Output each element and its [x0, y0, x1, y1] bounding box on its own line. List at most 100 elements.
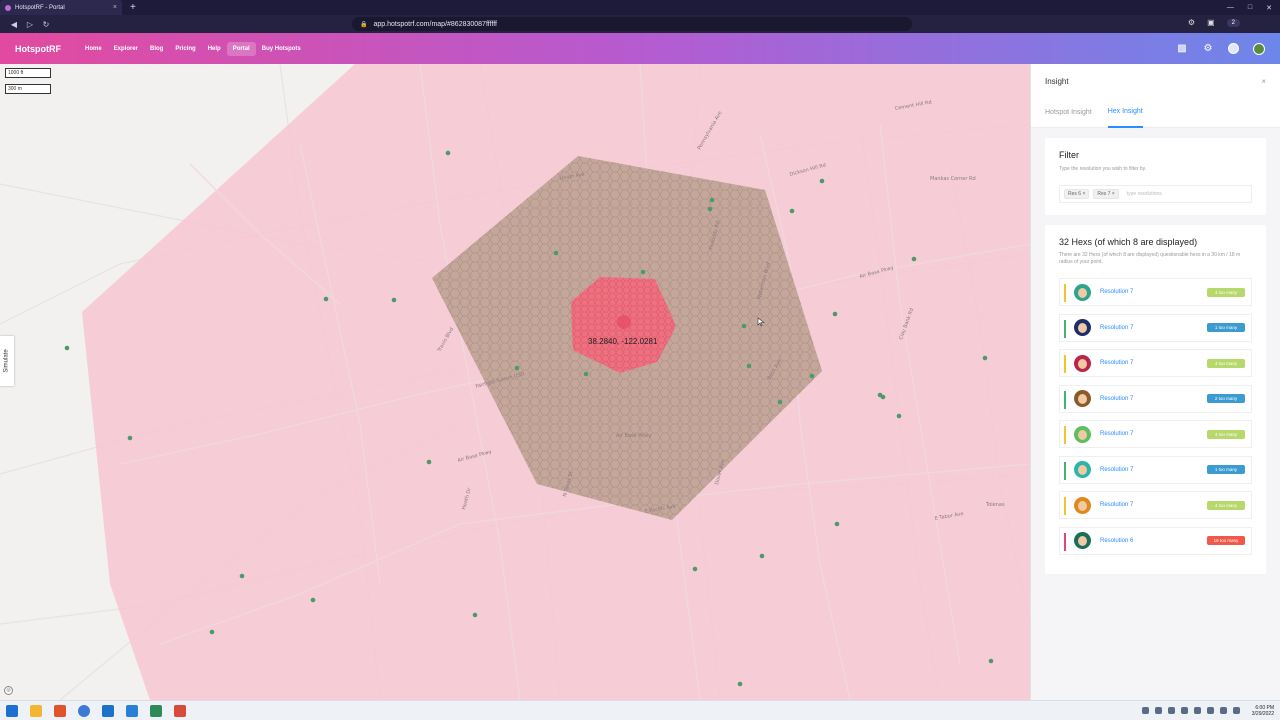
extension-icon[interactable]: ⚙	[1188, 18, 1195, 27]
hotspot-marker[interactable]	[617, 315, 631, 329]
reload-icon[interactable]: ↻	[38, 20, 54, 29]
chip-remove-icon[interactable]: ×	[1081, 191, 1085, 197]
filter-chip[interactable]: Res 6 ×	[1064, 189, 1090, 199]
minimize-icon[interactable]: —	[1227, 4, 1234, 12]
vscode-icon[interactable]	[126, 704, 138, 717]
tray-icon[interactable]	[1232, 707, 1240, 714]
puzzle-icon[interactable]: ▣	[1207, 18, 1215, 27]
app-icon[interactable]	[150, 704, 162, 717]
brave-icon[interactable]	[54, 704, 66, 717]
chart-icon[interactable]: ▩	[1176, 43, 1188, 55]
menu-item-buy-hotspots[interactable]: Buy Hotspots	[256, 42, 307, 56]
panel-close-icon[interactable]: ×	[1261, 77, 1266, 86]
hotspot-dot[interactable]	[988, 658, 994, 664]
hotspot-dot[interactable]	[832, 311, 838, 317]
hotspot-dot[interactable]	[514, 365, 520, 371]
hotspot-dot[interactable]	[911, 256, 917, 262]
hex-list-item[interactable]: Resolution 7 4 too many	[1059, 491, 1252, 519]
profile-chip[interactable]: 2	[1226, 18, 1240, 27]
filter-chip[interactable]: Res 7 ×	[1093, 189, 1119, 199]
hotspot-dot[interactable]	[583, 371, 589, 377]
start-icon[interactable]	[6, 704, 18, 717]
hex-list-item[interactable]: Resolution 7 1 too many	[1059, 313, 1252, 342]
hotspot-dot[interactable]	[707, 206, 713, 212]
file-explorer-icon[interactable]	[30, 704, 42, 717]
menu-item-explorer[interactable]: Explorer	[108, 42, 144, 56]
tab-hotspot-insight[interactable]: Hotspot Insight	[1045, 98, 1092, 128]
search-icon[interactable]	[78, 704, 90, 717]
resolution-link[interactable]: Resolution 7	[1100, 325, 1133, 331]
tray-icon[interactable]	[1154, 707, 1162, 714]
hex-list-item[interactable]: Resolution 7 4 too many	[1059, 349, 1252, 377]
hotspot-dot[interactable]	[472, 612, 478, 618]
simulate-tab[interactable]: Simulate	[0, 336, 14, 386]
resolution-link[interactable]: Resolution 7	[1100, 289, 1133, 295]
hotspot-dot[interactable]	[741, 323, 747, 329]
tray-icon[interactable]	[1180, 707, 1188, 714]
tray-icon[interactable]	[1193, 707, 1201, 714]
chip-remove-icon[interactable]: ×	[1110, 191, 1115, 197]
hotspot-dot[interactable]	[553, 250, 559, 256]
hex-list-item[interactable]: Resolution 7 2 too many	[1059, 384, 1252, 413]
map-svg[interactable]: Air Base PkwyAir Base PkwyAir Base PkwyT…	[0, 64, 1030, 700]
menu-item-portal[interactable]: Portal	[226, 41, 256, 56]
hotspot-dot[interactable]	[127, 435, 133, 441]
menu-item-help[interactable]: Help	[202, 42, 227, 56]
hotspot-dot[interactable]	[445, 150, 451, 156]
hotspot-dot[interactable]	[64, 345, 70, 351]
hotspot-dot[interactable]	[239, 573, 245, 579]
hex-list-item[interactable]: Resolution 7 4 too many	[1059, 420, 1252, 448]
hotspot-dot[interactable]	[310, 597, 316, 603]
hotspot-dot[interactable]	[982, 355, 988, 361]
hotspot-dot[interactable]	[209, 629, 215, 635]
hex-list-item[interactable]: Resolution 6 16 too many	[1059, 526, 1252, 555]
hotspot-dot[interactable]	[692, 566, 698, 572]
brand-logo[interactable]: HotspotRF	[15, 44, 61, 54]
resolution-link[interactable]: Resolution 7	[1100, 502, 1133, 508]
theme-toggle-icon[interactable]	[1228, 43, 1239, 54]
tray-icon[interactable]	[1219, 707, 1227, 714]
browser-tab[interactable]: HotspotRF - Portal ×	[0, 0, 122, 15]
clock[interactable]: 6:00 PM 3/29/2022	[1252, 705, 1274, 717]
hotspot-dot[interactable]	[746, 363, 752, 369]
hotspot-dot[interactable]	[323, 296, 329, 302]
address-bar[interactable]: 🔒 app.hotspotrf.com/map/#862830087ffffff	[352, 17, 912, 31]
menu-item-home[interactable]: Home	[79, 42, 108, 56]
hotspot-dot[interactable]	[759, 553, 765, 559]
resolution-filter-input[interactable]: Res 6 × Res 7 × type resolutions	[1059, 185, 1252, 203]
forward-icon[interactable]: ▷	[22, 20, 38, 29]
resolution-link[interactable]: Resolution 7	[1100, 396, 1133, 402]
hotspot-dot[interactable]	[391, 297, 397, 303]
maximize-icon[interactable]: □	[1248, 4, 1252, 12]
menu-item-blog[interactable]: Blog	[144, 42, 169, 56]
resolution-link[interactable]: Resolution 7	[1100, 360, 1133, 366]
edge-icon[interactable]	[102, 704, 114, 717]
resolution-link[interactable]: Resolution 7	[1100, 467, 1133, 473]
hex-list-item[interactable]: Resolution 7 1 too many	[1059, 455, 1252, 484]
resolution-link[interactable]: Resolution 7	[1100, 431, 1133, 437]
menu-item-pricing[interactable]: Pricing	[169, 42, 201, 56]
hotspot-dot[interactable]	[426, 459, 432, 465]
hotspot-dot[interactable]	[737, 681, 743, 687]
app2-icon[interactable]	[174, 704, 186, 717]
hotspot-dot[interactable]	[640, 269, 646, 275]
hotspot-dot[interactable]	[709, 197, 715, 203]
locate-icon[interactable]: ◎	[4, 686, 13, 695]
map-canvas[interactable]: Air Base Pkwy Air Base Pkwy Air Base Pkwy T…	[0, 64, 1030, 700]
hex-list-item[interactable]: Resolution 7 4 too many	[1059, 278, 1252, 306]
tray-icon[interactable]	[1167, 707, 1175, 714]
tray-icon[interactable]	[1206, 707, 1214, 714]
tab-hex-insight[interactable]: Hex Insight	[1107, 98, 1143, 128]
back-icon[interactable]: ◀	[6, 20, 22, 29]
tab-close-icon[interactable]: ×	[113, 4, 117, 11]
hotspot-dot[interactable]	[809, 373, 815, 379]
hotspot-dot[interactable]	[896, 413, 902, 419]
hotspot-dot[interactable]	[819, 178, 825, 184]
tray-icon[interactable]	[1141, 707, 1149, 714]
user-avatar[interactable]	[1253, 42, 1265, 55]
settings-gear-icon[interactable]: ⚙	[1202, 43, 1214, 55]
hotspot-dot[interactable]	[789, 208, 795, 214]
hotspot-dot[interactable]	[880, 394, 886, 400]
hotspot-dot[interactable]	[777, 399, 783, 405]
new-tab-icon[interactable]: +	[130, 2, 136, 13]
